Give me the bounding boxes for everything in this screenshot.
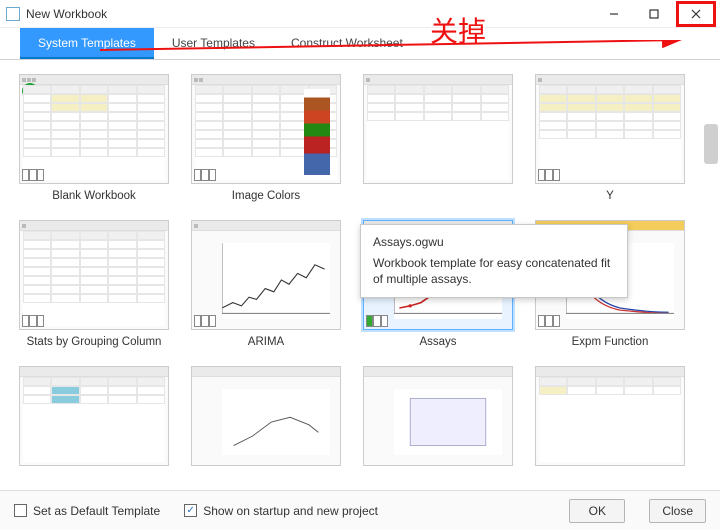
tab-construct-worksheet[interactable]: Construct Worksheet — [273, 28, 421, 59]
checkbox-default-template[interactable]: Set as Default Template — [14, 504, 160, 518]
template-partial-1[interactable] — [14, 366, 174, 466]
tab-user-templates[interactable]: User Templates — [154, 28, 273, 59]
checkbox-show-startup[interactable]: ✓ Show on startup and new project — [184, 504, 378, 518]
template-grid-area: Blank Workbook Image Colors — [0, 60, 720, 490]
minimize-button[interactable] — [594, 1, 634, 27]
tooltip-body: Workbook template for easy concatenated … — [373, 255, 615, 287]
tooltip-title: Assays.ogwu — [373, 235, 615, 249]
ok-button[interactable]: OK — [569, 499, 625, 523]
template-label: Expm Function — [572, 336, 649, 348]
template-partial-4[interactable] — [530, 366, 690, 466]
tooltip: Assays.ogwu Workbook template for easy c… — [360, 224, 628, 298]
app-icon — [6, 7, 20, 21]
template-image-colors[interactable]: Image Colors — [186, 74, 346, 202]
window-title: New Workbook — [26, 7, 594, 21]
close-button[interactable] — [676, 1, 716, 27]
template-label: Blank Workbook — [52, 190, 136, 202]
checkbox-label: Show on startup and new project — [203, 504, 378, 518]
template-hidden-2[interactable]: Y — [530, 74, 690, 202]
checkbox-label: Set as Default Template — [33, 504, 160, 518]
checkbox-icon — [14, 504, 27, 517]
template-hidden-1[interactable] — [358, 74, 518, 202]
checkbox-icon: ✓ — [184, 504, 197, 517]
template-label: Image Colors — [232, 190, 300, 202]
template-partial-3[interactable] — [358, 366, 518, 466]
template-label: Y — [606, 190, 614, 202]
footer: Set as Default Template ✓ Show on startu… — [0, 490, 720, 530]
template-label: Stats by Grouping Column — [27, 336, 162, 348]
close-button-footer[interactable]: Close — [649, 499, 706, 523]
template-arima[interactable]: ARIMA — [186, 220, 346, 348]
template-blank-workbook[interactable]: Blank Workbook — [14, 74, 174, 202]
tab-bar: System Templates User Templates Construc… — [0, 28, 720, 60]
template-label: Assays — [419, 336, 456, 348]
template-partial-2[interactable] — [186, 366, 346, 466]
template-stats-grouping[interactable]: Stats by Grouping Column — [14, 220, 174, 348]
tab-system-templates[interactable]: System Templates — [20, 28, 154, 59]
titlebar: New Workbook — [0, 0, 720, 28]
maximize-button[interactable] — [634, 1, 674, 27]
scrollbar-thumb[interactable] — [704, 124, 718, 164]
template-label: ARIMA — [248, 336, 284, 348]
